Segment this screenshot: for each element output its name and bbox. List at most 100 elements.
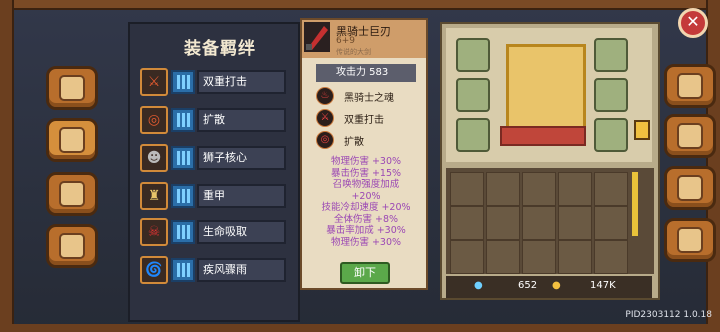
inventory-cell[interactable] — [522, 206, 556, 240]
bond-row[interactable]: ⚔ 双重打击 — [140, 68, 286, 96]
perk-label: 扩散 — [344, 136, 364, 148]
equip-slot-ring[interactable] — [456, 78, 490, 112]
unequip-button[interactable]: 卸下 — [340, 262, 390, 284]
stat-line: 暴击率加成 +30% — [326, 225, 406, 236]
version-label: PID2303112 1.0.18 — [625, 310, 712, 320]
book-icon — [59, 75, 85, 101]
item-upgrade: 6+9 — [336, 36, 355, 46]
perk-row: ◎ 扩散 — [316, 130, 416, 150]
helmet-icon — [677, 73, 703, 99]
coin-icon: ● — [552, 280, 561, 291]
inventory-cell[interactable] — [522, 172, 556, 206]
double-strike-icon: ⚔ — [316, 109, 334, 127]
bond-level-icon — [171, 184, 195, 208]
stat-line: 召唤物强度加成 — [332, 179, 400, 190]
lion-core-icon: ☻ — [140, 144, 168, 172]
bond-label: 狮子核心 — [197, 146, 286, 170]
gem-amount: 147K — [590, 280, 616, 291]
sword-icon — [304, 22, 330, 52]
star-icon — [677, 175, 703, 201]
bond-level-icon — [171, 146, 195, 170]
bond-icon — [59, 127, 85, 153]
item-tooltip: 黑骑士巨刃 6+9 传说的大剑 攻击力 583 ♨ 黑骑士之魂 ⚔ 双重打击 ◎… — [300, 18, 428, 290]
bond-row[interactable]: ☻ 狮子核心 — [140, 144, 286, 172]
double-strike-icon: ⚔ — [140, 68, 168, 96]
pet-tab-button[interactable] — [46, 172, 98, 216]
stat-list: 物理伤害 +30% 暴击伤害 +15% 召唤物强度加成 +20% 技能冷却速度 … — [306, 156, 426, 248]
black-knight-soul-icon: ♨ — [316, 87, 334, 105]
inventory-cell[interactable] — [486, 240, 520, 274]
stat-line: 技能冷却速度 +20% — [321, 202, 411, 213]
bond-row[interactable]: 🌀 疾风骤雨 — [140, 256, 286, 284]
equip-slot-helmet[interactable] — [456, 38, 490, 72]
inventory-cell[interactable] — [594, 206, 628, 240]
bond-level-icon — [171, 108, 195, 132]
gem-icon: ● — [474, 280, 483, 291]
bond-label: 疾风骤雨 — [197, 258, 286, 282]
item-subtitle: 传说的大剑 — [336, 48, 371, 56]
close-button[interactable]: ✕ — [678, 8, 708, 38]
inventory-grid — [446, 168, 654, 274]
pet-icon — [59, 181, 85, 207]
storm-icon: 🌀 — [140, 256, 168, 284]
inventory-cell[interactable] — [450, 172, 484, 206]
side-tab-handle[interactable] — [634, 120, 650, 140]
wood-frame-bottom — [0, 324, 720, 332]
bond-row[interactable]: ☠ 生命吸取 — [140, 218, 286, 246]
stat-line: +20% — [351, 190, 381, 202]
stat-line: 暴击伤害 +15% — [330, 167, 402, 179]
equip-slot-armor[interactable] — [594, 38, 628, 72]
inventory-cell[interactable] — [450, 206, 484, 240]
inventory-cell[interactable] — [594, 240, 628, 274]
bond-level-icon — [171, 220, 195, 244]
tooltip-header: 黑骑士巨刃 6+9 传说的大剑 — [302, 20, 426, 58]
bond-label: 双重打击 — [197, 70, 286, 94]
inventory-cell[interactable] — [450, 240, 484, 274]
bond-label: 重甲 — [197, 184, 286, 208]
settings-tab-button[interactable] — [664, 218, 716, 262]
attack-stat: 攻击力 583 — [316, 64, 416, 82]
wood-frame-left — [0, 0, 14, 332]
perk-row: ⚔ 双重打击 — [316, 108, 416, 128]
equip-slot-gloves[interactable] — [456, 118, 490, 152]
bond-level-icon — [171, 70, 195, 94]
gear-icon — [677, 227, 703, 253]
equipment-bond-tab-button[interactable] — [46, 118, 98, 162]
panel-title: 装备羁绊 — [184, 39, 256, 59]
inventory-scrollbar[interactable] — [632, 172, 638, 236]
life-drain-icon: ☠ — [140, 218, 168, 246]
spread-icon: ◎ — [140, 106, 168, 134]
skills-tab-button[interactable] — [664, 114, 716, 158]
equip-slot-weapon[interactable] — [594, 118, 628, 152]
book-tab-button[interactable] — [46, 66, 98, 110]
inventory-cell[interactable] — [486, 172, 520, 206]
bond-row[interactable]: ♜ 重甲 — [140, 182, 286, 210]
character-name-ribbon — [500, 126, 586, 146]
perk-label: 黑骑士之魂 — [344, 92, 394, 104]
stat-line: 全体伤害 +8% — [333, 213, 399, 225]
stat-line: 物理伤害 +30% — [330, 236, 402, 248]
inventory-cell[interactable] — [486, 206, 520, 240]
bond-label: 扩散 — [197, 108, 286, 132]
talent-tab-button[interactable] — [664, 166, 716, 210]
wood-frame-top — [0, 0, 720, 10]
mount-tab-button[interactable] — [46, 224, 98, 268]
crossed-swords-icon — [677, 123, 703, 149]
inventory-cell[interactable] — [522, 240, 556, 274]
perk-row: ♨ 黑骑士之魂 — [316, 86, 416, 106]
perk-label: 双重打击 — [344, 114, 384, 126]
wheel-icon — [59, 233, 85, 259]
bond-row[interactable]: ◎ 扩散 — [140, 106, 286, 134]
stat-line: 物理伤害 +30% — [330, 156, 402, 167]
inventory-cell[interactable] — [558, 206, 592, 240]
inventory-cell[interactable] — [558, 240, 592, 274]
gold-amount: 652 — [518, 280, 538, 291]
equip-slot-necklace[interactable] — [594, 78, 628, 112]
helmet-tab-button[interactable] — [664, 64, 716, 108]
spread-icon: ◎ — [316, 131, 334, 149]
inventory-cell[interactable] — [594, 172, 628, 206]
heavy-armor-icon: ♜ — [140, 182, 168, 210]
inventory-cell[interactable] — [558, 172, 592, 206]
bond-label: 生命吸取 — [197, 220, 286, 244]
bond-level-icon — [171, 258, 195, 282]
